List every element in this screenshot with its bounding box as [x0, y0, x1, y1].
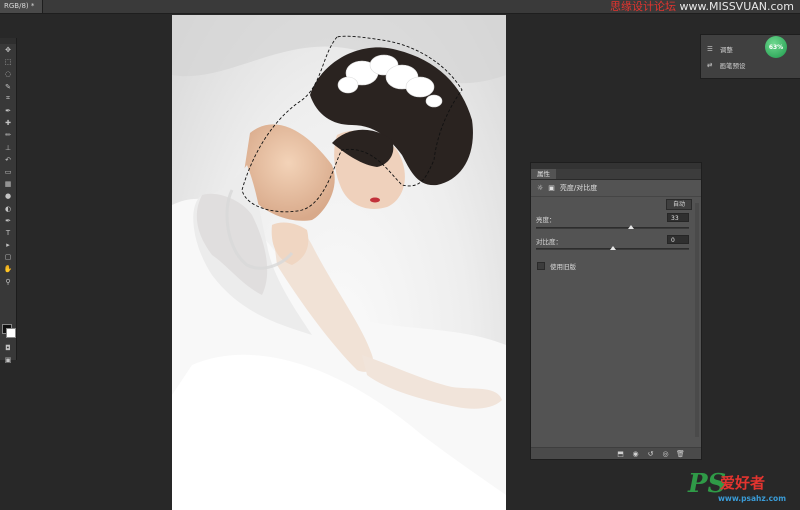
contrast-slider-thumb[interactable]	[609, 246, 616, 250]
history-brush-icon[interactable]: ↶	[0, 154, 16, 166]
tab-properties[interactable]: 属性	[531, 169, 556, 179]
psahz-logo: PS 爱好者 www.psahz.com	[688, 470, 796, 506]
adjustments-icon: ☰	[707, 45, 713, 53]
healing-icon[interactable]: ✚	[0, 117, 16, 129]
properties-panel: 属性 ☼ ▣ 亮度/对比度 自动 亮度： 33 对比度： 0 使用旧版 ⬒ ◉ …	[530, 162, 702, 460]
properties-tab-bar: 属性	[531, 169, 701, 180]
eyedropper-icon[interactable]: ✒	[0, 105, 16, 117]
visibility-eye-icon[interactable]: ◎	[661, 450, 670, 458]
watermark-site: www.MISSVUAN.com	[679, 0, 795, 13]
navigator-zoom-badge[interactable]: 63%	[765, 36, 787, 58]
use-legacy-checkbox[interactable]: 使用旧版	[537, 261, 576, 271]
brush-presets-item[interactable]: ⇄ 画笔预设	[707, 59, 745, 71]
photo-illustration	[172, 15, 506, 510]
adjustments-item[interactable]: ☰ 调整	[707, 43, 733, 55]
stamp-icon[interactable]: ⊥	[0, 142, 16, 154]
document-tab-bar: RGB/8) * 思缘设计论坛 www.MISSVUAN.com	[0, 0, 800, 14]
panel-scrollbar[interactable]	[695, 203, 699, 437]
background-color-swatch[interactable]	[6, 328, 16, 338]
quick-mask-icon[interactable]: ◘	[0, 342, 16, 354]
auto-button[interactable]: 自动	[666, 199, 692, 210]
marquee-icon[interactable]: ⬚	[0, 56, 16, 68]
clip-to-layer-icon[interactable]: ⬒	[616, 450, 625, 458]
layer-mask-icon[interactable]: ▣	[548, 184, 555, 192]
brightness-slider-thumb[interactable]	[627, 225, 634, 229]
photo-canvas[interactable]	[172, 15, 506, 510]
brightness-input[interactable]: 33	[667, 213, 689, 222]
screen-mode-icon[interactable]: ▣	[0, 354, 16, 366]
brightness-slider[interactable]	[536, 225, 689, 229]
reset-icon[interactable]: ↺	[646, 450, 655, 458]
contrast-input[interactable]: 0	[667, 235, 689, 244]
adjustments-label: 调整	[719, 46, 733, 54]
tools-panel: ✥ ⬚ ◌ ✎ ⌗ ✒ ✚ ✏ ⊥ ↶ ▭ ▦ ● ◐ ✒ T ▸ ▢ ✋ ⚲ ◘ ▣	[0, 38, 17, 364]
tool-list: ✥ ⬚ ◌ ✎ ⌗ ✒ ✚ ✏ ⊥ ↶ ▭ ▦ ● ◐ ✒ T ▸ ▢ ✋ ⚲	[0, 44, 16, 288]
logo-cn: 爱好者	[720, 474, 766, 492]
dodge-icon[interactable]: ◐	[0, 202, 16, 214]
blur-icon[interactable]: ●	[0, 190, 16, 202]
checkbox-box[interactable]	[537, 262, 545, 270]
delete-trash-icon[interactable]: 🗑	[676, 450, 685, 458]
brush-presets-icon: ⇄	[707, 61, 713, 69]
eraser-icon[interactable]: ▭	[0, 166, 16, 178]
brightness-label: 亮度：	[536, 216, 556, 224]
gradient-icon[interactable]: ▦	[0, 178, 16, 190]
path-select-icon[interactable]: ▸	[0, 239, 16, 251]
adjustment-header: ☼ ▣ 亮度/对比度	[531, 180, 701, 197]
shape-icon[interactable]: ▢	[0, 251, 16, 263]
pen-icon[interactable]: ✒	[0, 215, 16, 227]
contrast-label: 对比度：	[536, 238, 562, 246]
site-watermark: 思缘设计论坛 www.MISSVUAN.com	[610, 1, 794, 13]
view-previous-state-icon[interactable]: ◉	[631, 450, 640, 458]
lasso-icon[interactable]: ◌	[0, 68, 16, 80]
contrast-slider[interactable]	[536, 246, 689, 250]
quick-select-icon[interactable]: ✎	[0, 81, 16, 93]
properties-bottom-bar: ⬒ ◉ ↺ ◎ 🗑	[531, 447, 701, 459]
adjustment-title: 亮度/对比度	[559, 184, 598, 192]
adjustment-layer-icon: ☼	[537, 184, 544, 192]
crop-icon[interactable]: ⌗	[0, 93, 16, 105]
brush-presets-label: 画笔预设	[719, 62, 746, 70]
hand-icon[interactable]: ✋	[0, 263, 16, 275]
watermark-prefix: 思缘设计论坛	[610, 0, 676, 13]
brush-icon[interactable]: ✏	[0, 129, 16, 141]
move-icon[interactable]: ✥	[0, 44, 16, 56]
type-icon[interactable]: T	[0, 227, 16, 239]
use-legacy-label: 使用旧版	[550, 263, 576, 271]
logo-url: www.psahz.com	[718, 494, 787, 503]
document-tab[interactable]: RGB/8) *	[0, 0, 44, 13]
zoom-icon[interactable]: ⚲	[0, 276, 16, 288]
